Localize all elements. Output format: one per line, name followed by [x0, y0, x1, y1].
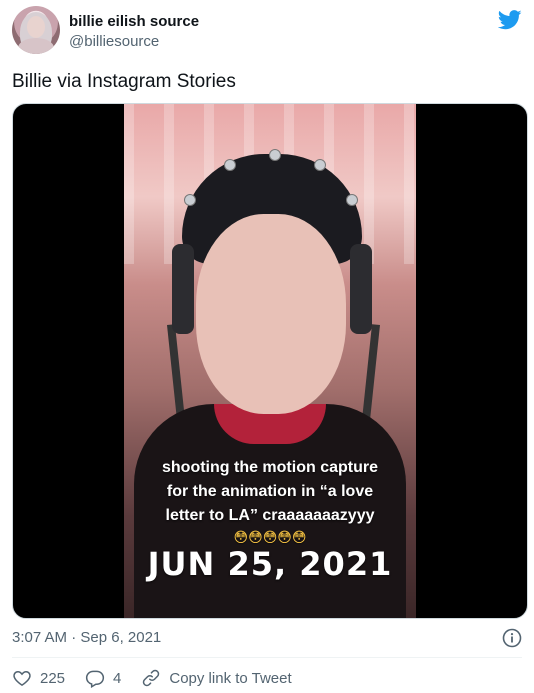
caption-line: for the animation in “a love [166, 483, 374, 500]
like-count: 225 [40, 669, 66, 687]
reply-icon [85, 670, 105, 688]
caption-line: letter to LA” craaaaaaazyyy [165, 507, 375, 524]
reply-count: 4 [113, 669, 122, 687]
tweet-actions: 225 4 Copy link to Tweet [12, 666, 312, 690]
tweet-media[interactable]: shooting the motion capture for the anim… [12, 103, 528, 619]
author-names: billie eilish source @billiesource [69, 12, 199, 52]
avatar[interactable] [12, 6, 60, 54]
like-button[interactable]: 225 [12, 668, 65, 688]
story-caption: shooting the motion capture for the anim… [124, 456, 416, 528]
story-date-stamp: JUN 25, 2021 [147, 545, 393, 583]
divider [12, 657, 522, 658]
author-display-name[interactable]: billie eilish source [69, 12, 199, 32]
author-handle[interactable]: @billiesource [69, 32, 199, 52]
copy-link-label: Copy link to Tweet [169, 669, 292, 687]
heart-icon [13, 670, 31, 686]
info-icon[interactable] [502, 628, 522, 648]
tweet-header: billie eilish source @billiesource [12, 6, 522, 56]
twitter-bird-icon[interactable] [498, 10, 522, 30]
link-icon [143, 669, 160, 687]
tweet-card: billie eilish source @billiesource Billi… [0, 0, 534, 693]
copy-link-button[interactable]: Copy link to Tweet [141, 668, 292, 688]
tweet-timestamp[interactable]: 3:07 AM · Sep 6, 2021 [12, 628, 161, 648]
tweet-text: Billie via Instagram Stories [12, 71, 236, 92]
reply-button[interactable]: 4 [85, 668, 121, 688]
video-frame[interactable]: shooting the motion capture for the anim… [124, 104, 416, 618]
caption-line: shooting the motion capture [162, 459, 378, 476]
